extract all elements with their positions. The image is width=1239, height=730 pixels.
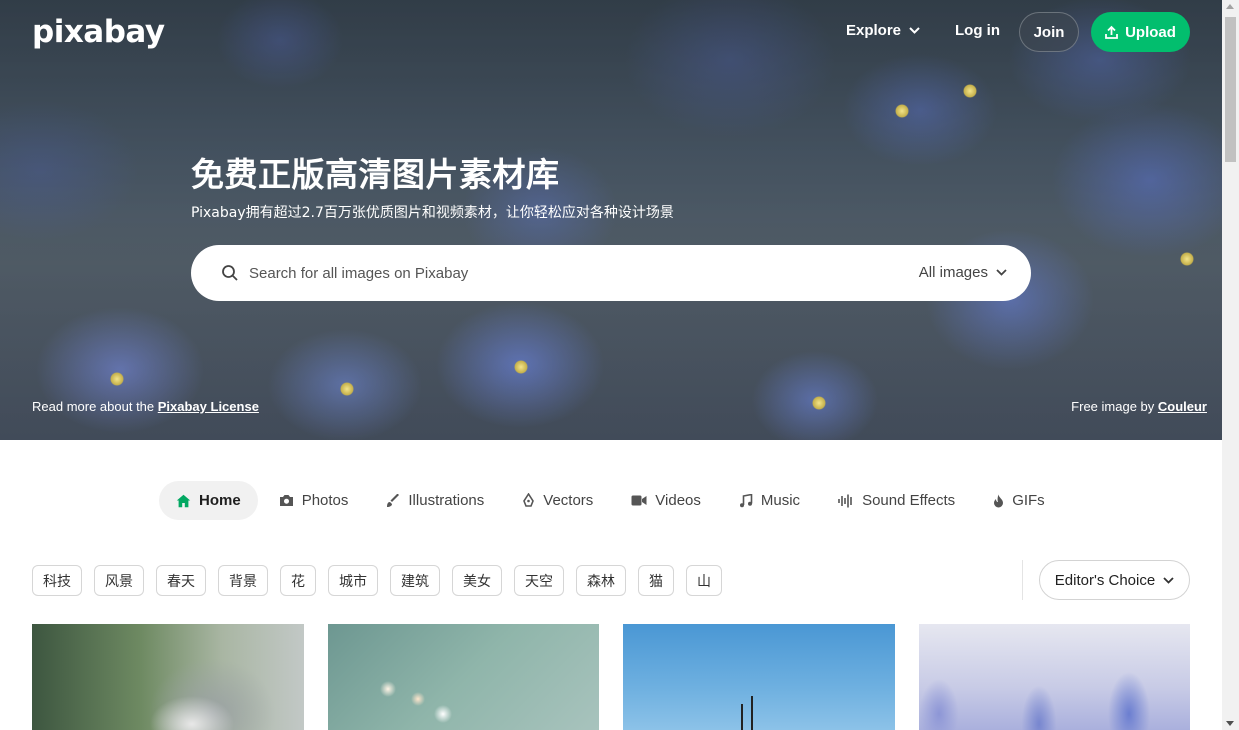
tab-label: Sound Effects	[862, 492, 956, 509]
tab-label: Illustrations	[408, 492, 485, 509]
tab-label: Home	[199, 492, 241, 509]
tab-photos[interactable]: Photos	[262, 481, 366, 520]
chevron-down-icon	[996, 269, 1007, 276]
join-button[interactable]: Join	[1019, 12, 1079, 52]
media-type-tabs: Home Photos Illustrations Vectors Videos…	[159, 481, 1066, 520]
tab-videos[interactable]: Videos	[614, 481, 718, 520]
flower-decoration	[110, 372, 124, 386]
login-link[interactable]: Log in	[955, 22, 1000, 39]
tab-label: Videos	[655, 492, 701, 509]
upload-button[interactable]: Upload	[1091, 12, 1190, 52]
scroll-down-arrow[interactable]	[1226, 721, 1234, 726]
upload-label: Upload	[1125, 23, 1176, 41]
pen-nib-icon	[523, 493, 535, 507]
tab-music[interactable]: Music	[722, 481, 817, 520]
flower-decoration	[514, 360, 528, 374]
upload-icon	[1105, 25, 1118, 39]
tab-sound-effects[interactable]: Sound Effects	[821, 481, 972, 520]
tag-chip[interactable]: 城市	[328, 565, 378, 596]
sound-wave-icon	[838, 494, 852, 507]
license-prefix: Read more about the	[32, 399, 158, 414]
license-link[interactable]: Pixabay License	[158, 399, 259, 414]
hero-subtitle: Pixabay拥有超过2.7百万张优质图片和视频素材，让你轻松应对各种设计场景	[191, 205, 674, 221]
search-type-dropdown[interactable]: All images	[919, 264, 1007, 281]
credit-prefix: Free image by	[1071, 399, 1158, 414]
tag-chip[interactable]: 风景	[94, 565, 144, 596]
tab-gifs[interactable]: GIFs	[976, 481, 1062, 520]
flower-decoration	[895, 104, 909, 118]
home-icon	[176, 494, 191, 507]
scroll-up-arrow[interactable]	[1226, 4, 1234, 9]
flower-decoration	[963, 84, 977, 98]
tab-vectors[interactable]: Vectors	[505, 481, 610, 520]
tag-chip[interactable]: 猫	[638, 565, 674, 596]
credit-author-link[interactable]: Couleur	[1158, 399, 1207, 414]
tab-illustrations[interactable]: Illustrations	[369, 481, 501, 520]
tab-label: Photos	[301, 492, 349, 509]
tag-chip[interactable]: 建筑	[390, 565, 440, 596]
tab-label: Vectors	[543, 492, 594, 509]
search-type-label: All images	[918, 264, 988, 281]
image-thumbnail-sky-spire[interactable]	[623, 624, 895, 730]
search-bar: All images	[191, 245, 1031, 301]
tag-chip[interactable]: 科技	[32, 565, 82, 596]
image-thumbnail-cat[interactable]	[32, 624, 304, 730]
spire-decoration	[751, 696, 753, 730]
image-thumbnail-crocus[interactable]	[919, 624, 1190, 730]
chevron-down-icon	[1163, 576, 1174, 584]
camera-icon	[279, 495, 293, 506]
license-note: Read more about the Pixabay License	[32, 399, 259, 414]
search-icon[interactable]	[221, 264, 239, 282]
video-camera-icon	[631, 495, 647, 506]
spire-decoration	[741, 704, 743, 730]
explore-label: Explore	[846, 22, 902, 39]
top-navigation: pixabay Explore Log in Join Upload	[0, 0, 1222, 64]
tag-chip[interactable]: 春天	[156, 565, 206, 596]
flame-icon	[994, 494, 1004, 507]
chevron-down-icon	[909, 27, 920, 34]
tag-chip[interactable]: 美女	[452, 565, 502, 596]
tag-chip[interactable]: 山	[686, 565, 722, 596]
tag-chip[interactable]: 背景	[218, 565, 268, 596]
tab-label: GIFs	[1012, 492, 1045, 509]
tag-chip[interactable]: 花	[280, 565, 316, 596]
explore-menu[interactable]: Explore	[846, 22, 920, 39]
image-thumbnail-blossom[interactable]	[328, 624, 599, 730]
sort-label: Editor's Choice	[1054, 571, 1156, 589]
hero-title: 免费正版高清图片素材库	[191, 155, 560, 194]
vertical-scrollbar[interactable]	[1222, 0, 1239, 730]
flower-decoration	[340, 382, 354, 396]
flower-decoration	[1180, 252, 1194, 266]
tab-label: Music	[760, 492, 801, 509]
sort-dropdown[interactable]: Editor's Choice	[1039, 560, 1190, 600]
tab-home[interactable]: Home	[159, 481, 258, 520]
flower-decoration	[812, 396, 826, 410]
scroll-thumb[interactable]	[1225, 17, 1236, 162]
tag-chip[interactable]: 森林	[576, 565, 626, 596]
divider	[1022, 560, 1023, 600]
search-input[interactable]	[249, 261, 849, 285]
tag-chip[interactable]: 天空	[514, 565, 564, 596]
brush-icon	[387, 493, 400, 507]
music-note-icon	[739, 493, 753, 507]
pixabay-logo[interactable]: pixabay	[32, 14, 165, 50]
image-credit: Free image by Couleur	[1071, 399, 1207, 414]
tag-chips: 科技 风景 春天 背景 花 城市 建筑 美女 天空 森林 猫 山	[32, 565, 722, 596]
